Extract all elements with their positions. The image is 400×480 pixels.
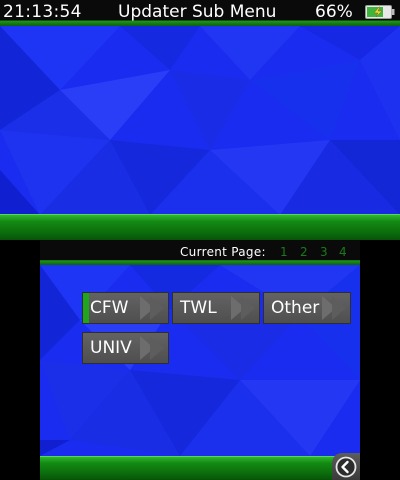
top-screen: 21:13:54 Updater Sub Menu 66% [0, 0, 400, 240]
page-number-4[interactable]: 4 [339, 245, 347, 259]
other-button-label: Other [271, 298, 320, 318]
battery-percent: 66% [315, 2, 353, 22]
button-texture-icon [140, 296, 164, 320]
cfw-button[interactable]: CFW [82, 292, 169, 324]
button-texture-icon [231, 296, 255, 320]
page-number-2[interactable]: 2 [300, 245, 308, 259]
button-texture-icon [322, 296, 346, 320]
top-footer-bar [0, 214, 400, 240]
twl-button[interactable]: TWL [172, 292, 260, 324]
status-bar: 21:13:54 Updater Sub Menu 66% [0, 0, 400, 26]
bottom-footer-bar [40, 456, 360, 480]
univ-button-label: UNIV [90, 338, 132, 358]
twl-button-label: TWL [180, 298, 217, 318]
page-number-3[interactable]: 3 [320, 245, 328, 259]
battery-charging-icon [365, 5, 395, 19]
page-number-1[interactable]: 1 [280, 245, 288, 259]
back-button[interactable] [332, 453, 360, 480]
current-page-label: Current Page: [180, 245, 266, 259]
univ-button[interactable]: UNIV [82, 332, 169, 364]
button-texture-icon [140, 336, 164, 360]
bottom-screen: Current Page: 1 2 3 4 CFW TWL Other UNIV [40, 240, 360, 480]
other-button[interactable]: Other [263, 292, 351, 324]
page-header: Current Page: 1 2 3 4 [40, 240, 360, 265]
cfw-button-label: CFW [90, 298, 129, 318]
clock: 21:13:54 [3, 2, 82, 22]
back-arrow-icon [335, 456, 357, 478]
polygon-background [0, 0, 400, 240]
menu-title: Updater Sub Menu [118, 2, 277, 22]
